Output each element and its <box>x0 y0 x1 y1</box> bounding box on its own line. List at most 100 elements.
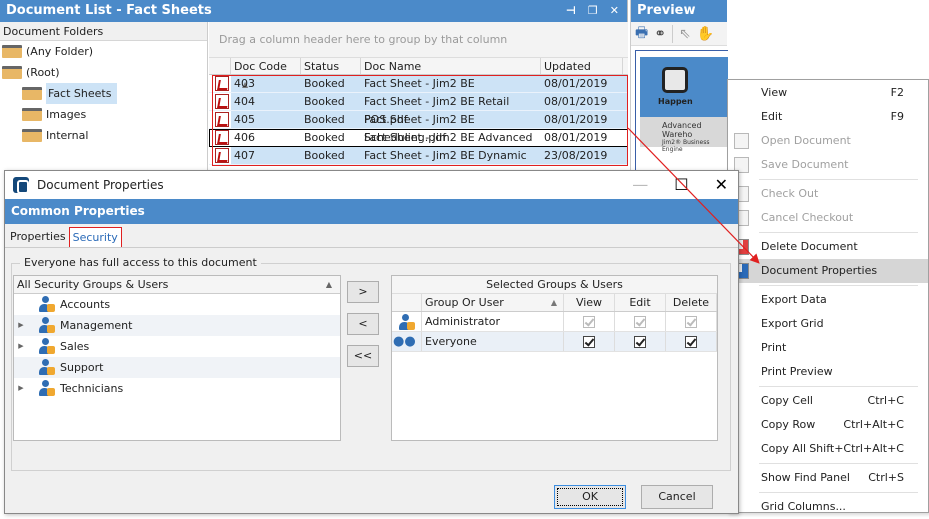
doc-code-cell: 405 <box>234 113 255 126</box>
menu-item-grid-columns[interactable]: Grid Columns... <box>728 495 928 519</box>
view-checkbox-cell <box>564 312 615 331</box>
table-row[interactable]: 404 Booked Fact Sheet - Jim2 BE Retail POS… <box>209 93 628 126</box>
binoculars-icon[interactable]: ⚭ <box>654 26 666 42</box>
folder-item[interactable]: (Root) <box>0 62 207 83</box>
menu-item-label: Export Data <box>761 293 827 306</box>
group-item[interactable]: ▶ Sales <box>14 336 340 357</box>
print-help-icon[interactable]: 🖶 <box>635 22 648 46</box>
dialog-close-icon[interactable]: ✕ <box>715 175 728 194</box>
close-icon[interactable]: ✕ <box>610 0 619 22</box>
menu-item-cancel-checkout[interactable]: Cancel Checkout <box>728 206 928 230</box>
delete-checkbox[interactable] <box>685 336 697 348</box>
all-groups-header[interactable]: All Security Groups & Users ▲ <box>14 276 340 294</box>
user-group-icon <box>38 296 56 313</box>
folder-label: Images <box>46 108 87 121</box>
menu-item-export-data[interactable]: Export Data <box>728 288 928 312</box>
restore-icon[interactable]: ❐ <box>588 0 598 22</box>
ok-button[interactable]: OK <box>554 485 626 509</box>
preview-toolbar: 🖶 ⚭ ⇖ ✋ <box>631 22 727 46</box>
selected-row[interactable]: ●● Everyone <box>392 332 717 352</box>
selected-row[interactable]: Administrator <box>392 312 717 332</box>
doc-code-cell: 407 <box>234 149 255 162</box>
menu-item-delete-document[interactable]: Delete Document <box>728 235 928 259</box>
group-label: Sales <box>60 340 90 353</box>
doc-name-cell: Fact Sheet - Jim2 BE Retail POS.pdf <box>364 95 510 126</box>
menu-item-copy-row[interactable]: Copy Row Ctrl+Alt+C <box>728 413 928 437</box>
menu-item-save-document[interactable]: Save Document <box>728 153 928 177</box>
pin-icon[interactable]: ⊣ <box>566 0 576 22</box>
menu-item-label: Delete Document <box>761 240 858 253</box>
folder-item[interactable]: Fact Sheets <box>0 83 207 104</box>
toolbar-divider <box>671 24 673 43</box>
delete-checkbox <box>685 316 697 328</box>
group-by-hint[interactable]: Drag a column header here to group by th… <box>209 22 628 58</box>
remove-all-button[interactable]: << <box>347 345 379 367</box>
column-delete[interactable]: Delete <box>666 294 717 311</box>
menu-item-copy-cell[interactable]: Copy Cell Ctrl+C <box>728 389 928 413</box>
updated-cell: 08/01/2019 <box>544 113 608 126</box>
column-updated[interactable]: Updated <box>541 58 623 74</box>
menu-item-shortcut: F9 <box>890 110 904 123</box>
group-item[interactable]: ▶ Technicians <box>14 378 340 399</box>
menu-item-view[interactable]: View F2 <box>728 81 928 105</box>
folder-item[interactable]: (Any Folder) <box>0 41 207 62</box>
doc-code-cell: 406 <box>234 131 255 144</box>
menu-item-open-document[interactable]: Open Document <box>728 129 928 153</box>
group-or-user-cell: Everyone <box>422 332 564 351</box>
delete-checkbox-cell <box>666 312 717 331</box>
menu-item-shortcut: F2 <box>890 86 904 99</box>
dialog-title: Document Properties <box>37 178 164 192</box>
remove-button[interactable]: < <box>347 313 379 335</box>
menu-item-shortcut <box>904 206 928 230</box>
maximize-icon[interactable]: ☐ <box>674 175 688 194</box>
edit-checkbox-cell <box>615 332 666 351</box>
column-view[interactable]: View <box>564 294 615 311</box>
sort-asc-icon: ▲ <box>325 280 332 289</box>
group-item[interactable]: Support <box>14 357 340 378</box>
menu-item-copy-all[interactable]: Copy All Shift+Ctrl+Alt+C <box>728 437 928 461</box>
menu-item-shortcut <box>904 288 928 312</box>
folder-icon <box>2 66 22 79</box>
column-edit[interactable]: Edit <box>615 294 666 311</box>
tab-security[interactable]: Security <box>68 227 122 247</box>
column-status[interactable]: Status <box>301 58 361 74</box>
column-group-or-user[interactable]: Group Or User ▲ <box>422 294 564 311</box>
menu-item-print[interactable]: Print <box>728 336 928 360</box>
table-row[interactable]: 403 Booked Fact Sheet - Jim2 BE 08/01/2019 <box>209 75 628 93</box>
menu-item-label: View <box>761 86 788 99</box>
doc-code-cell: 403 <box>234 77 255 90</box>
table-row[interactable]: 406 Booked Fact Sheet - Jim2 BE Advanced 08… <box>209 129 628 147</box>
all-groups-list: All Security Groups & Users ▲ Accounts ▶ Ma… <box>13 275 341 441</box>
group-item[interactable]: Accounts <box>14 294 340 315</box>
column-doc-name[interactable]: Doc Name <box>361 58 541 74</box>
add-button[interactable]: > <box>347 281 379 303</box>
table-row[interactable]: 407 Booked Fact Sheet - Jim2 BE Dynamic 23/… <box>209 147 628 165</box>
minimize-icon[interactable]: — <box>632 175 648 194</box>
menu-item-check-out[interactable]: Check Out <box>728 182 928 206</box>
menu-item-edit[interactable]: Edit F9 <box>728 105 928 129</box>
folder-item[interactable]: Internal <box>0 125 207 146</box>
header-icon-col <box>392 294 422 311</box>
column-doc-code[interactable]: Doc Code ▲ <box>231 58 301 89</box>
group-item[interactable]: ▶ Management <box>14 315 340 336</box>
grid-header-icon-col <box>209 58 231 74</box>
selected-groups-title: Selected Groups & Users <box>392 276 717 294</box>
view-checkbox[interactable] <box>583 336 595 348</box>
hand-icon[interactable]: ✋ <box>697 26 714 42</box>
menu-item-show-find-panel[interactable]: Show Find Panel Ctrl+S <box>728 466 928 490</box>
folder-icon <box>22 129 42 142</box>
tab-properties[interactable]: Properties <box>7 227 69 247</box>
edit-checkbox[interactable] <box>634 336 646 348</box>
menu-item-print-preview[interactable]: Print Preview <box>728 360 928 384</box>
doc-name-cell: Fact Sheet - Jim2 BE Advanced <box>364 131 533 144</box>
document-properties-dialog: Document Properties — ☐ ✕ Common Propert… <box>4 170 739 514</box>
menu-item-export-grid[interactable]: Export Grid <box>728 312 928 336</box>
folder-item[interactable]: Images <box>0 104 207 125</box>
cancel-button[interactable]: Cancel <box>641 485 713 509</box>
pointer-icon[interactable]: ⇖ <box>679 26 691 42</box>
expand-arrow-icon: ▶ <box>18 321 24 329</box>
table-row[interactable]: 405 Booked Fact Sheet - Jim2 BE Scheduling… <box>209 111 628 144</box>
menu-item-document-properties[interactable]: Document Properties <box>728 259 928 283</box>
menu-item-label: Save Document <box>761 158 849 171</box>
menu-item-label: Edit <box>761 110 783 123</box>
